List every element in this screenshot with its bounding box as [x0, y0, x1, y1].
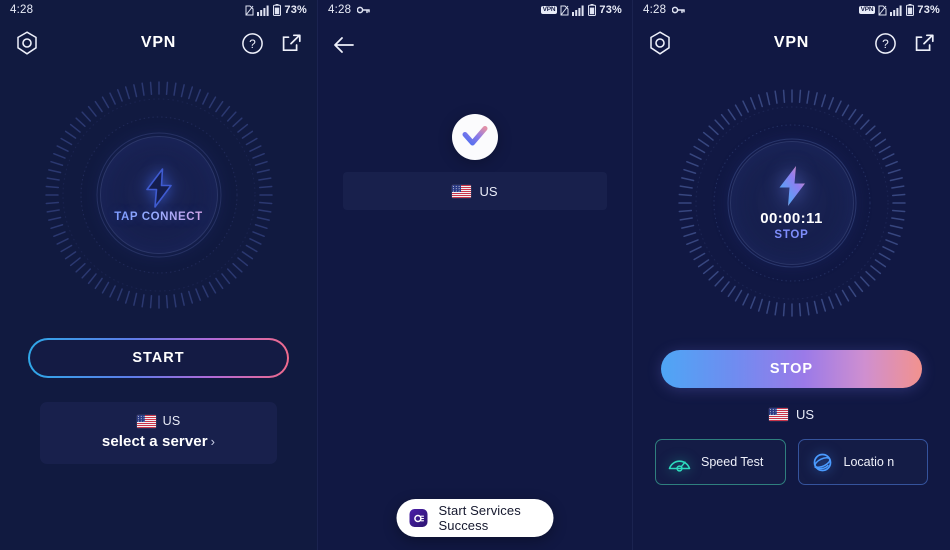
share-icon[interactable]: [913, 32, 936, 55]
signal-bars-icon: [890, 5, 903, 16]
status-bar-right: VPN 73%: [858, 4, 940, 16]
nav-actions: ?: [874, 32, 936, 55]
status-time: 4:28: [643, 4, 667, 16]
dial-label: TAP CONNECT: [114, 210, 203, 223]
us-flag-icon: [452, 184, 472, 198]
svg-text:?: ?: [249, 37, 256, 51]
connect-dial[interactable]: TAP CONNECT: [44, 80, 274, 310]
top-nav: [318, 20, 632, 66]
question-circle-icon[interactable]: ?: [874, 32, 897, 55]
check-mark-icon: [461, 124, 489, 150]
hexagon-settings-icon[interactable]: [14, 30, 40, 56]
connected-check-badge: [452, 114, 498, 160]
start-button-label: START: [132, 350, 185, 366]
signal-bars-icon: [572, 5, 585, 16]
globe-icon: [810, 450, 835, 475]
server-country-code: US: [162, 414, 181, 428]
toast-message: Start Services Success: [438, 503, 521, 533]
battery-percent: 73%: [917, 4, 940, 16]
location-button[interactable]: Locatio n: [797, 439, 928, 485]
status-bar: 4:28 VPN 73%: [633, 0, 950, 20]
vpn-badge: VPN: [858, 5, 876, 15]
dial-state-label: STOP: [774, 229, 809, 241]
server-country-row: US: [50, 414, 267, 428]
active-country-code: US: [795, 407, 815, 422]
speed-test-label: Speed Test: [701, 454, 764, 469]
toast-notification: Start Services Success: [396, 499, 554, 537]
battery-percent: 73%: [284, 4, 307, 16]
stop-button-label: STOP: [769, 361, 814, 377]
share-icon[interactable]: [280, 32, 303, 55]
active-country-row[interactable]: US: [633, 407, 950, 422]
app-icon: [409, 509, 428, 527]
status-time: 4:28: [10, 4, 34, 16]
selected-country-row[interactable]: US: [343, 172, 607, 210]
us-flag-icon: [768, 408, 788, 421]
status-time: 4:28: [328, 4, 352, 16]
status-bar: 4:28 VPN 73%: [318, 0, 632, 20]
vpn-badge: VPN: [540, 5, 558, 15]
selected-country-code: US: [479, 183, 498, 199]
nav-actions: ?: [241, 32, 303, 55]
battery-icon: [906, 4, 915, 16]
no-sim-icon: [245, 5, 254, 16]
stop-button[interactable]: STOP: [661, 350, 922, 388]
dial-core-idle[interactable]: TAP CONNECT: [99, 136, 218, 254]
lightning-bolt-icon: [774, 165, 810, 207]
status-bar-right: 73%: [245, 4, 307, 16]
key-icon: [357, 5, 371, 15]
server-select-label-row: select a server ›: [50, 433, 267, 450]
battery-icon: [273, 4, 282, 16]
status-bar-left: 4:28: [10, 4, 33, 16]
status-bar: 4:28 73%: [0, 0, 317, 20]
no-sim-icon: [878, 5, 887, 16]
top-nav: VPN ?: [633, 20, 950, 66]
signal-bars-icon: [257, 5, 270, 16]
battery-percent: 73%: [599, 4, 622, 16]
lightning-bolt-icon: [142, 167, 176, 208]
key-icon: [672, 5, 686, 15]
server-selector-card[interactable]: US select a server ›: [40, 402, 277, 464]
status-bar-left: 4:28: [328, 4, 371, 16]
hexagon-settings-icon[interactable]: [647, 30, 673, 56]
start-button[interactable]: START: [28, 338, 289, 378]
dial-core-active[interactable]: 00:00:11 STOP: [729, 141, 854, 265]
tools-row: Speed Test Locatio n: [633, 439, 950, 485]
connection-timer: 00:00:11: [760, 210, 823, 227]
svg-text:?: ?: [882, 37, 889, 51]
screen-connecting: 4:28 VPN 73% US Start Services Success: [317, 0, 633, 550]
status-bar-left: 4:28: [643, 4, 686, 16]
battery-icon: [588, 4, 597, 16]
chevron-right-icon: ›: [210, 434, 216, 449]
screen-connected: 4:28 VPN 73% VPN ? 00:00:11 STOP STOP US…: [633, 0, 950, 550]
speedometer-icon: [667, 450, 692, 475]
us-flag-icon: [136, 414, 156, 428]
server-select-label: select a server: [101, 433, 208, 450]
back-arrow-icon[interactable]: [332, 35, 356, 55]
status-bar-right: VPN 73%: [540, 4, 622, 16]
top-nav: VPN ?: [0, 20, 317, 66]
no-sim-icon: [560, 5, 569, 16]
location-label: Locatio n: [843, 454, 895, 469]
start-button-wrap: START: [0, 338, 317, 378]
connected-dial[interactable]: 00:00:11 STOP: [677, 88, 907, 318]
screens-container: 4:28 73% VPN ? TAP CONNECT START US sele…: [0, 0, 950, 550]
speed-test-button[interactable]: Speed Test: [655, 439, 786, 485]
screen-disconnected: 4:28 73% VPN ? TAP CONNECT START US sele…: [0, 0, 317, 550]
question-circle-icon[interactable]: ?: [241, 32, 264, 55]
